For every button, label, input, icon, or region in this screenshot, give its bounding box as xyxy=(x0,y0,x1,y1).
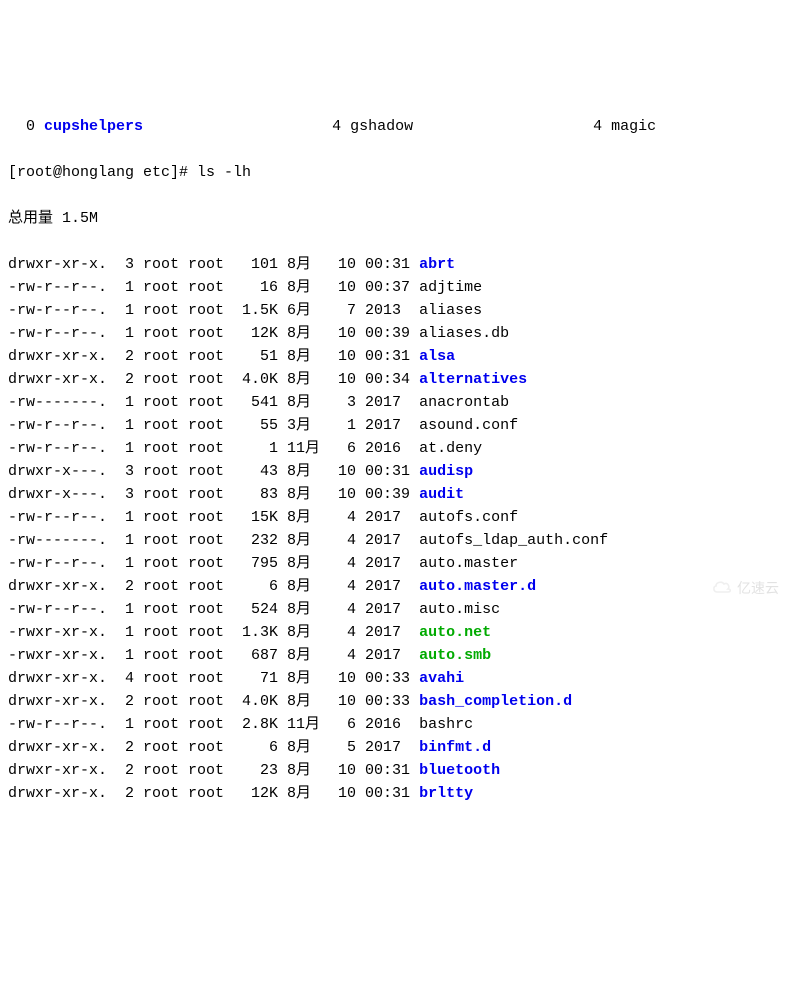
file-name: auto.master.d xyxy=(419,578,536,595)
watermark: 亿速云 xyxy=(677,555,779,626)
file-meta: -rw-r--r--. 1 root root 12K 8月 10 00:39 xyxy=(8,325,419,342)
terminal-output: 0 cupshelpers 4 gshadow 4 magic [root@ho… xyxy=(0,92,787,828)
list-item: -rw-r--r--. 1 root root 2.8K 11月 6 2016 … xyxy=(8,713,787,736)
list-item: drwxr-x---. 3 root root 43 8月 10 00:31 a… xyxy=(8,460,787,483)
file-name: anacrontab xyxy=(419,394,509,411)
list-item: drwxr-xr-x. 2 root root 4.0K 8月 10 00:34… xyxy=(8,368,787,391)
list-item: -rwxr-xr-x. 1 root root 687 8月 4 2017 au… xyxy=(8,644,787,667)
list-item: -rw-------. 1 root root 541 8月 3 2017 an… xyxy=(8,391,787,414)
list-item: drwxr-xr-x. 2 root root 12K 8月 10 00:31 … xyxy=(8,782,787,805)
file-name: bashrc xyxy=(419,716,473,733)
file-name: auto.net xyxy=(419,624,491,641)
file-meta: drwxr-xr-x. 2 root root 4.0K 8月 10 00:33 xyxy=(8,693,419,710)
file-name: bash_completion.d xyxy=(419,693,572,710)
list-item: drwxr-xr-x. 2 root root 51 8月 10 00:31 a… xyxy=(8,345,787,368)
list-item: -rw-r--r--. 1 root root 15K 8月 4 2017 au… xyxy=(8,506,787,529)
list-item: -rw-r--r--. 1 root root 795 8月 4 2017 au… xyxy=(8,552,787,575)
file-name: auto.master xyxy=(419,555,518,572)
list-item: drwxr-xr-x. 2 root root 6 8月 4 2017 auto… xyxy=(8,575,787,598)
file-meta: drwxr-xr-x. 2 root root 4.0K 8月 10 00:34 xyxy=(8,371,419,388)
list-item: -rw-r--r--. 1 root root 12K 8月 10 00:39 … xyxy=(8,322,787,345)
file-meta: drwxr-xr-x. 2 root root 12K 8月 10 00:31 xyxy=(8,785,419,802)
file-meta: -rw-------. 1 root root 232 8月 4 2017 xyxy=(8,532,419,549)
total-line: 总用量 1.5M xyxy=(8,207,787,230)
file-name: audit xyxy=(419,486,464,503)
file-meta: -rw-r--r--. 1 root root 16 8月 10 00:37 xyxy=(8,279,419,296)
file-meta: drwxr-xr-x. 3 root root 101 8月 10 00:31 xyxy=(8,256,419,273)
list-item: -rw-r--r--. 1 root root 16 8月 10 00:37 a… xyxy=(8,276,787,299)
file-meta: -rw-r--r--. 1 root root 1 11月 6 2016 xyxy=(8,440,419,457)
file-meta: -rwxr-xr-x. 1 root root 1.3K 8月 4 2017 xyxy=(8,624,419,641)
prompt-line[interactable]: [root@honglang etc]# ls -lh xyxy=(8,161,787,184)
file-name: avahi xyxy=(419,670,464,687)
file-meta: drwxr-x---. 3 root root 43 8月 10 00:31 xyxy=(8,463,419,480)
file-name: abrt xyxy=(419,256,455,273)
list-item: drwxr-xr-x. 3 root root 101 8月 10 00:31 … xyxy=(8,253,787,276)
file-name: brltty xyxy=(419,785,473,802)
file-name: auto.misc xyxy=(419,601,500,618)
file-name: auto.smb xyxy=(419,647,491,664)
file-name: autofs.conf xyxy=(419,509,518,526)
shell-prompt: [root@honglang etc]# xyxy=(8,164,197,181)
file-name: audisp xyxy=(419,463,473,480)
list-item: drwxr-xr-x. 2 root root 6 8月 5 2017 binf… xyxy=(8,736,787,759)
file-meta: -rw-r--r--. 1 root root 2.8K 11月 6 2016 xyxy=(8,716,419,733)
list-item: -rw-r--r--. 1 root root 524 8月 4 2017 au… xyxy=(8,598,787,621)
file-meta: -rw-r--r--. 1 root root 55 3月 1 2017 xyxy=(8,417,419,434)
file-name: adjtime xyxy=(419,279,482,296)
file-name: binfmt.d xyxy=(419,739,491,756)
file-name: bluetooth xyxy=(419,762,500,779)
list-item: -rw-r--r--. 1 root root 1 11月 6 2016 at.… xyxy=(8,437,787,460)
list-item: drwxr-xr-x. 2 root root 4.0K 8月 10 00:33… xyxy=(8,690,787,713)
command-input[interactable]: ls -lh xyxy=(197,164,251,181)
list-item: drwxr-xr-x. 2 root root 23 8月 10 00:31 b… xyxy=(8,759,787,782)
file-name: alsa xyxy=(419,348,455,365)
list-item: -rw-r--r--. 1 root root 55 3月 1 2017 aso… xyxy=(8,414,787,437)
list-item: drwxr-x---. 3 root root 83 8月 10 00:39 a… xyxy=(8,483,787,506)
prev-output-line: 0 cupshelpers 4 gshadow 4 magic xyxy=(8,115,787,138)
file-meta: -rw-r--r--. 1 root root 1.5K 6月 7 2013 xyxy=(8,302,419,319)
file-meta: -rwxr-xr-x. 1 root root 687 8月 4 2017 xyxy=(8,647,419,664)
file-name: alternatives xyxy=(419,371,527,388)
file-name: aliases xyxy=(419,302,482,319)
file-meta: -rw-r--r--. 1 root root 15K 8月 4 2017 xyxy=(8,509,419,526)
file-name: aliases.db xyxy=(419,325,509,342)
file-meta: drwxr-xr-x. 2 root root 51 8月 10 00:31 xyxy=(8,348,419,365)
file-name: asound.conf xyxy=(419,417,518,434)
file-meta: drwxr-xr-x. 2 root root 23 8月 10 00:31 xyxy=(8,762,419,779)
list-item: drwxr-xr-x. 4 root root 71 8月 10 00:33 a… xyxy=(8,667,787,690)
file-meta: -rw-r--r--. 1 root root 795 8月 4 2017 xyxy=(8,555,419,572)
file-name: autofs_ldap_auth.conf xyxy=(419,532,608,549)
file-meta: drwxr-xr-x. 2 root root 6 8月 5 2017 xyxy=(8,739,419,756)
file-meta: drwxr-xr-x. 2 root root 6 8月 4 2017 xyxy=(8,578,419,595)
cloud-icon xyxy=(677,555,733,626)
list-item: -rwxr-xr-x. 1 root root 1.3K 8月 4 2017 a… xyxy=(8,621,787,644)
file-meta: drwxr-x---. 3 root root 83 8月 10 00:39 xyxy=(8,486,419,503)
file-meta: -rw-------. 1 root root 541 8月 3 2017 xyxy=(8,394,419,411)
list-item: -rw-r--r--. 1 root root 1.5K 6月 7 2013 a… xyxy=(8,299,787,322)
file-meta: drwxr-xr-x. 4 root root 71 8月 10 00:33 xyxy=(8,670,419,687)
list-item: -rw-------. 1 root root 232 8月 4 2017 au… xyxy=(8,529,787,552)
file-name: at.deny xyxy=(419,440,482,457)
file-meta: -rw-r--r--. 1 root root 524 8月 4 2017 xyxy=(8,601,419,618)
